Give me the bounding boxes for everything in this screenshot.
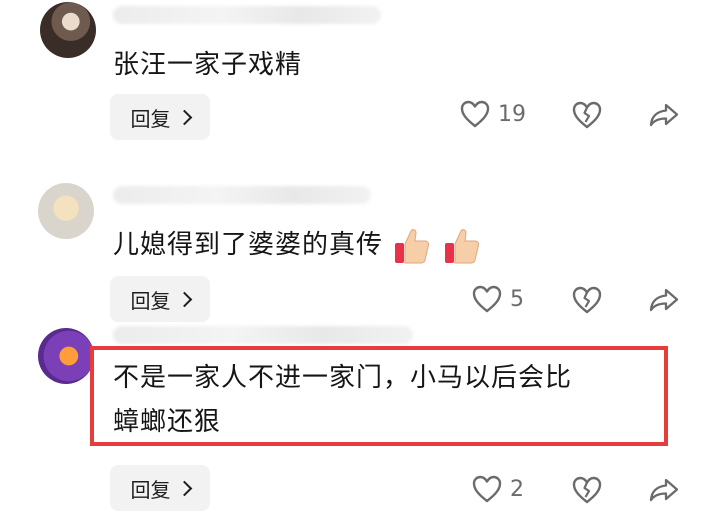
blurred-username — [113, 186, 371, 204]
reply-button[interactable]: 回复 — [110, 276, 210, 322]
like-button[interactable]: 19 — [460, 100, 526, 128]
blurred-username — [113, 326, 413, 344]
reply-label: 回复 — [130, 477, 171, 502]
thumbs-up-icon — [444, 228, 479, 263]
thumbs-up-icon — [395, 228, 430, 263]
like-count: 19 — [498, 101, 526, 127]
share-button[interactable] — [648, 477, 680, 503]
avatar[interactable] — [38, 328, 94, 384]
chevron-right-icon — [176, 480, 192, 496]
comment-text: 不是一家人不进一家门，小马以后会比 蟑螂还狠 — [113, 356, 572, 444]
comment-text-line: 不是一家人不进一家门，小马以后会比 — [113, 363, 573, 393]
share-arrow-icon — [649, 103, 679, 127]
reply-label: 回复 — [130, 288, 171, 313]
comment-text-content: 儿媳得到了婆婆的真传 — [113, 230, 384, 260]
share-arrow-icon — [649, 478, 679, 502]
like-count: 2 — [510, 476, 524, 502]
comment-list: 张汪一家子戏精 回复 19 儿媳得到了婆婆的真传 回复 5 不是一家人不进一家门… — [0, 0, 719, 522]
dislike-button[interactable] — [572, 476, 602, 504]
like-button[interactable]: 5 — [472, 285, 524, 313]
blurred-username — [113, 6, 381, 24]
dislike-button[interactable] — [572, 101, 602, 129]
like-count: 5 — [510, 286, 524, 312]
heart-outline-icon — [472, 285, 502, 313]
reply-label: 回复 — [130, 106, 171, 131]
share-arrow-icon — [649, 288, 679, 312]
share-button[interactable] — [648, 287, 680, 313]
comment-text: 张汪一家子戏精 — [113, 50, 303, 80]
reply-button[interactable]: 回复 — [110, 465, 210, 511]
heart-outline-icon — [460, 100, 490, 128]
like-button[interactable]: 2 — [472, 475, 524, 503]
comment-text-line: 蟑螂还狠 — [113, 407, 222, 437]
share-button[interactable] — [648, 102, 680, 128]
dislike-button[interactable] — [572, 286, 602, 314]
broken-heart-icon — [572, 286, 602, 314]
broken-heart-icon — [572, 101, 602, 129]
heart-outline-icon — [472, 475, 502, 503]
avatar[interactable] — [38, 183, 94, 239]
chevron-right-icon — [176, 291, 192, 307]
reply-button[interactable]: 回复 — [110, 94, 210, 140]
avatar[interactable] — [40, 2, 96, 58]
chevron-right-icon — [176, 109, 192, 125]
comment-text: 儿媳得到了婆婆的真传 — [113, 224, 482, 266]
broken-heart-icon — [572, 476, 602, 504]
